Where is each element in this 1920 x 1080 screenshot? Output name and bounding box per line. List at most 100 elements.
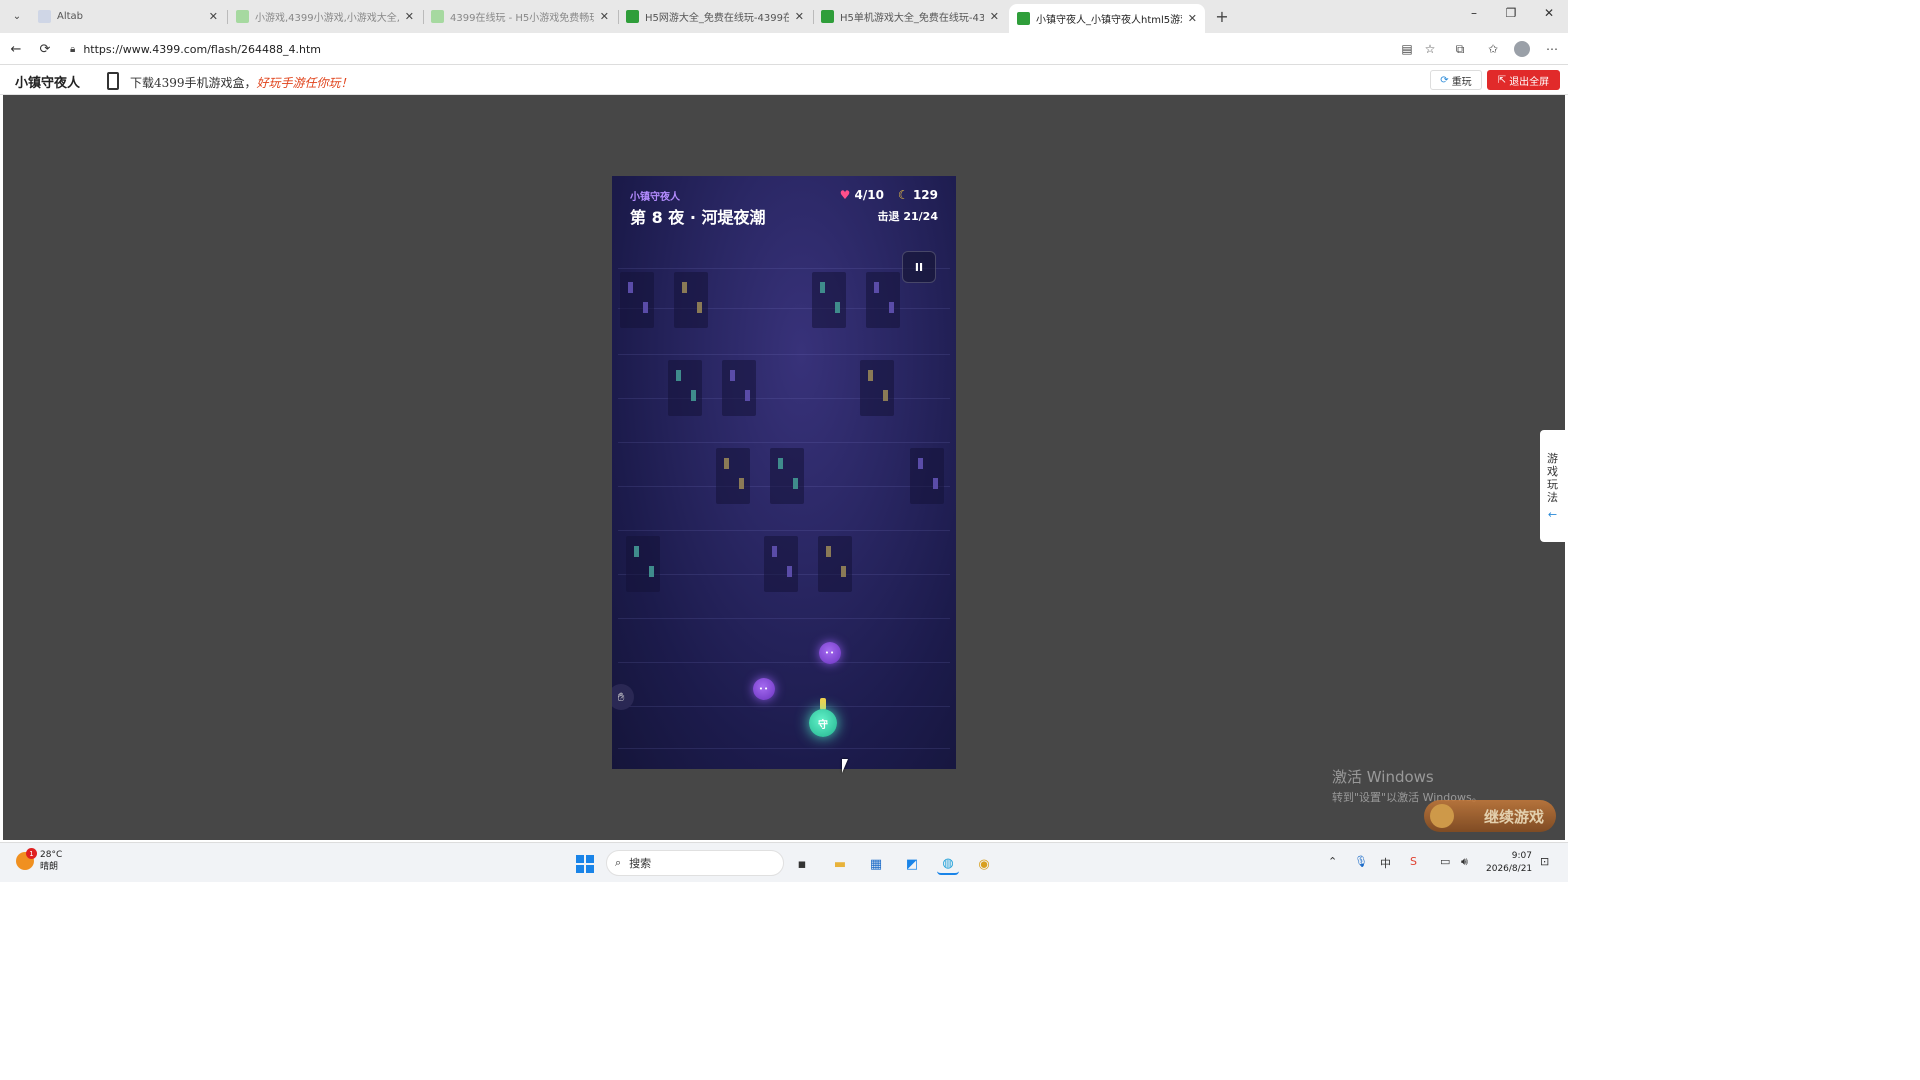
house [860, 360, 894, 416]
house [626, 536, 660, 592]
altab-favicon-icon [38, 10, 51, 23]
more-menu-icon[interactable]: ⋯ [1543, 40, 1561, 58]
close-tab-icon[interactable]: ✕ [209, 10, 218, 23]
moon-score: 129 [912, 188, 938, 202]
pause-button[interactable]: II [902, 251, 936, 283]
close-tab-icon[interactable]: ✕ [600, 10, 609, 23]
file-explorer-icon[interactable]: ▬ [829, 853, 851, 875]
enemy-eyes: •• [824, 649, 836, 657]
lane-line [618, 662, 950, 663]
ime-icon[interactable]: 中 [1380, 855, 1391, 871]
back-button[interactable]: ← [7, 40, 25, 58]
url-field[interactable]: 🔒︎ https://www.4399.com/flash/264488_4.h… [62, 37, 1442, 61]
address-bar-row: ← ⟳ 🔒︎ https://www.4399.com/flash/264488… [0, 33, 1568, 65]
house-window [835, 302, 840, 313]
clock[interactable]: 9:07 2026/8/21 [1486, 850, 1532, 876]
favorite-star-icon[interactable]: ☆ [1421, 40, 1439, 58]
promo-highlight: 好玩手游任你玩！ [256, 76, 353, 90]
photos-app-icon[interactable]: ◩ [901, 853, 923, 875]
notification-icon[interactable]: ⊡ [1540, 855, 1549, 868]
replay-button[interactable]: ⟳ 重玩 [1430, 70, 1482, 90]
house-window [697, 302, 702, 313]
phone-icon [107, 72, 119, 90]
download-promo-link[interactable]: 下载4399手机游戏盒，好玩手游任你玩！ [130, 74, 353, 91]
tab-4399-h5[interactable]: 4399在线玩 - H5小游戏免费畅玩 ✕ [423, 4, 617, 29]
promo-text: 下载4399手机游戏盒， [130, 76, 257, 90]
house [722, 360, 756, 416]
reader-mode-icon[interactable]: ▤ [1398, 40, 1416, 58]
close-tab-icon[interactable]: ✕ [990, 10, 999, 23]
lane-line [618, 308, 950, 309]
refresh-button[interactable]: ⟳ [36, 40, 54, 58]
start-button[interactable] [574, 853, 596, 875]
exit-fullscreen-label: 退出全屏 [1509, 76, 1550, 88]
close-tab-icon[interactable]: ✕ [795, 10, 804, 23]
tab-4399-home[interactable]: 小游戏,4399小游戏,小游戏大全,双 ✕ [228, 4, 422, 29]
player-guardian[interactable]: 守 [809, 709, 837, 737]
lives-count: 4/10 [854, 188, 884, 202]
volume-icon[interactable]: 🔊︎ [1461, 855, 1468, 869]
house [674, 272, 708, 328]
tab-current-game[interactable]: 小镇守夜人_小镇守夜人html5游戏 ✕ [1009, 4, 1205, 33]
lane-line [618, 354, 950, 355]
replay-label: 重玩 [1451, 76, 1472, 88]
microphone-icon[interactable]: 🎙︎ [1354, 855, 1368, 868]
edge-browser-icon[interactable]: ◍ [937, 853, 959, 875]
house [818, 536, 852, 592]
continue-coin-icon [1430, 804, 1454, 828]
house [764, 536, 798, 592]
weather-widget[interactable]: 1 28°C 晴朗 [16, 848, 62, 873]
hud-stats: ♥ 4/10 ☾ 129 [840, 188, 938, 202]
store-icon[interactable]: ▦ [865, 853, 887, 875]
favorites-icon[interactable]: ✩ [1484, 40, 1502, 58]
house-window [676, 370, 681, 381]
app-icon[interactable]: ◉ [973, 853, 995, 875]
game-guide-side-tab[interactable]: 游戏玩法 ← [1540, 430, 1565, 542]
tab-altab[interactable]: Altab ✕ [30, 4, 226, 29]
moon-icon: ☾ [897, 188, 909, 202]
repel-counter: 击退 21/24 [877, 210, 938, 223]
tab-title: 4399在线玩 - H5小游戏免费畅玩 [450, 13, 594, 24]
restore-button[interactable]: ❐ [1501, 6, 1521, 20]
show-hidden-icons[interactable]: ⌃ [1328, 855, 1337, 868]
house-window [649, 566, 654, 577]
player-label: 守 [818, 719, 828, 731]
minimize-button[interactable]: – [1464, 6, 1484, 20]
tab-h5-online[interactable]: H5网游大全_免费在线玩-4399在线 ✕ [618, 4, 812, 29]
search-placeholder: 搜索 [629, 857, 652, 870]
continue-game-button[interactable]: 继续游戏 [1424, 800, 1556, 832]
enemy-ghost: •• [753, 678, 775, 700]
house-window [643, 302, 648, 313]
tab-title: H5网游大全_免费在线玩-4399在线 [645, 13, 789, 24]
house-window [820, 282, 825, 293]
house-window [874, 282, 879, 293]
close-tab-icon[interactable]: ✕ [405, 10, 414, 23]
tab-actions-menu-button[interactable]: ⌄ [6, 6, 28, 26]
site-header: 小镇守夜人 下载4399手机游戏盒，好玩手游任你玩！ ⟳ 重玩 ⇱ 退出全屏 [0, 65, 1568, 95]
4399-favicon-icon [236, 10, 249, 23]
arrow-left-icon: ← [1547, 508, 1558, 521]
house-window [889, 302, 894, 313]
task-view-icon[interactable]: ▪ [791, 853, 813, 875]
game-brand-label: 小镇守夜人 [630, 192, 680, 203]
lane-line [618, 618, 950, 619]
replay-icon: ⟳ [1440, 74, 1449, 86]
exit-fullscreen-button[interactable]: ⇱ 退出全屏 [1487, 70, 1560, 90]
taskbar-search[interactable]: ⌕ 搜索 [606, 850, 784, 876]
profile-avatar-icon[interactable] [1513, 40, 1531, 58]
weather-badge: 1 [26, 848, 37, 859]
site-info-icon[interactable]: 🔒︎ [70, 44, 75, 55]
new-tab-button[interactable]: + [1212, 6, 1232, 26]
side-tab-label: 游戏玩法 [1547, 452, 1558, 504]
network-icon[interactable]: ▭ [1440, 855, 1450, 868]
house-window [691, 390, 696, 401]
sogou-icon[interactable]: S [1410, 855, 1417, 868]
tab-h5-single[interactable]: H5单机游戏大全_免费在线玩-4399 ✕ [813, 4, 1007, 29]
close-window-button[interactable]: ✕ [1539, 6, 1559, 20]
house-window [730, 370, 735, 381]
game-canvas[interactable]: 小镇守夜人 第 8 夜 · 河堤夜潮 ♥ 4/10 ☾ 129 击退 21/24… [612, 176, 956, 769]
extensions-icon[interactable]: ⧉ [1451, 40, 1469, 58]
taskbar: 1 28°C 晴朗 ⌕ 搜索 ▪ ▬ ▦ ◩ ◍ ◉ ⌃ 🎙︎ 中 S ▭ 🔊︎… [0, 842, 1568, 882]
close-tab-icon[interactable]: ✕ [1188, 12, 1197, 25]
4399-favicon-icon [1017, 12, 1030, 25]
